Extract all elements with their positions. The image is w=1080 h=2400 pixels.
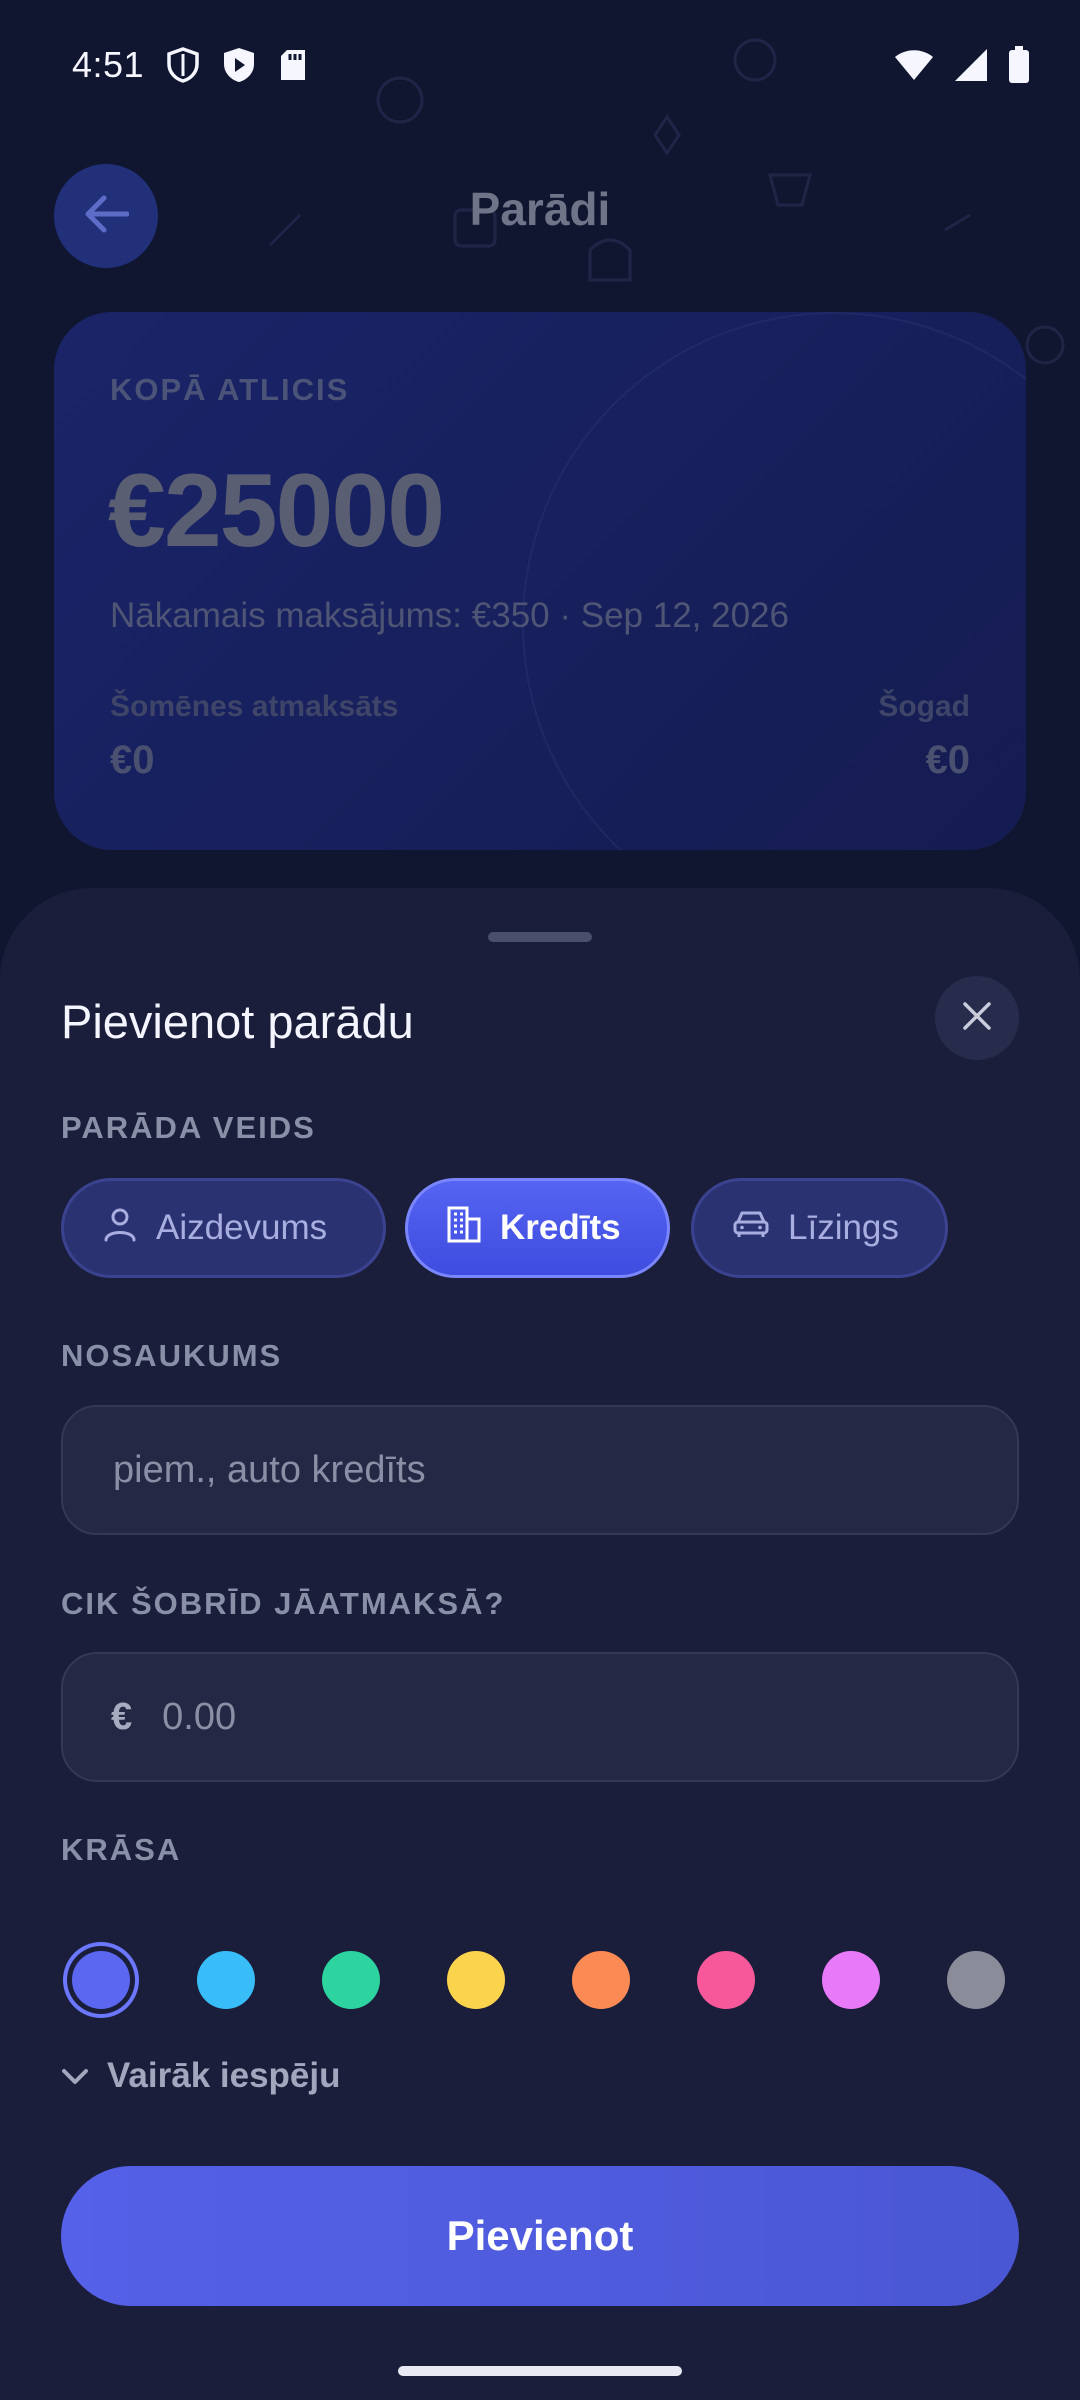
status-bar: 4:51 (0, 0, 1080, 130)
type-chip-label: Aizdevums (156, 1208, 328, 1247)
close-button[interactable] (935, 976, 1019, 1060)
sheet-title: Pievienot parādu (61, 995, 414, 1048)
type-chip-label: Līzings (788, 1208, 899, 1247)
amount-label: CIK ŠOBRĪD JĀATMAKSĀ? (61, 1586, 506, 1621)
this-year-value: €0 (925, 738, 971, 782)
type-chip-leasing[interactable]: Līzings (691, 1178, 948, 1278)
debt-type-label: PARĀDA VEIDS (61, 1110, 316, 1145)
this-month-label: Šomēnes atmaksāts (110, 690, 399, 723)
car-icon (732, 1208, 770, 1249)
shield-play-icon (222, 46, 256, 84)
color-swatch[interactable] (197, 1951, 255, 2009)
this-month-value: €0 (110, 738, 155, 782)
color-swatch[interactable] (697, 1951, 755, 2009)
close-icon (961, 1000, 993, 1037)
color-swatch[interactable] (322, 1951, 380, 2009)
chevron-down-icon (61, 2056, 89, 2096)
wifi-icon (894, 49, 934, 81)
this-year-label: Šogad (878, 690, 970, 723)
color-label: KRĀSA (61, 1832, 182, 1867)
color-swatch[interactable] (947, 1951, 1005, 2009)
shield-outline-icon (166, 46, 200, 84)
name-input[interactable] (111, 1447, 969, 1493)
amount-field[interactable]: € (61, 1652, 1019, 1782)
signal-icon (954, 48, 988, 82)
total-remaining-label: KOPĀ ATLICIS (110, 372, 350, 407)
sheet-drag-handle[interactable] (488, 932, 592, 942)
name-label: NOSAUKUMS (61, 1338, 283, 1373)
type-chip-credit[interactable]: Kredīts (405, 1178, 670, 1278)
more-options-label: Vairāk iespēju (107, 2056, 341, 2095)
more-options-toggle[interactable]: Vairāk iespēju (61, 2056, 340, 2096)
color-swatch[interactable] (72, 1951, 130, 2009)
next-payment-text: Nākamais maksājums: €350 · Sep 12, 2026 (110, 596, 789, 635)
status-time: 4:51 (72, 44, 145, 85)
sd-card-icon (278, 48, 308, 82)
battery-icon (1008, 46, 1030, 84)
add-debt-sheet: Pievienot parādu PARĀDA VEIDS Aizdevums … (0, 888, 1080, 2400)
color-swatch[interactable] (447, 1951, 505, 2009)
person-icon (102, 1206, 138, 1251)
color-swatch[interactable] (572, 1951, 630, 2009)
amount-input[interactable] (160, 1694, 969, 1740)
name-field[interactable] (61, 1405, 1019, 1535)
building-icon (446, 1205, 482, 1252)
type-chip-label: Kredīts (500, 1208, 621, 1247)
currency-prefix: € (111, 1695, 133, 1738)
add-debt-button[interactable]: Pievienot (61, 2166, 1019, 2306)
color-swatch[interactable] (822, 1951, 880, 2009)
total-remaining-amount: €25000 (108, 453, 445, 569)
type-chip-loan[interactable]: Aizdevums (61, 1178, 386, 1278)
summary-card: KOPĀ ATLICIS €25000 Nākamais maksājums: … (54, 312, 1026, 850)
home-indicator[interactable] (398, 2366, 682, 2376)
page-title: Parādi (469, 183, 611, 235)
